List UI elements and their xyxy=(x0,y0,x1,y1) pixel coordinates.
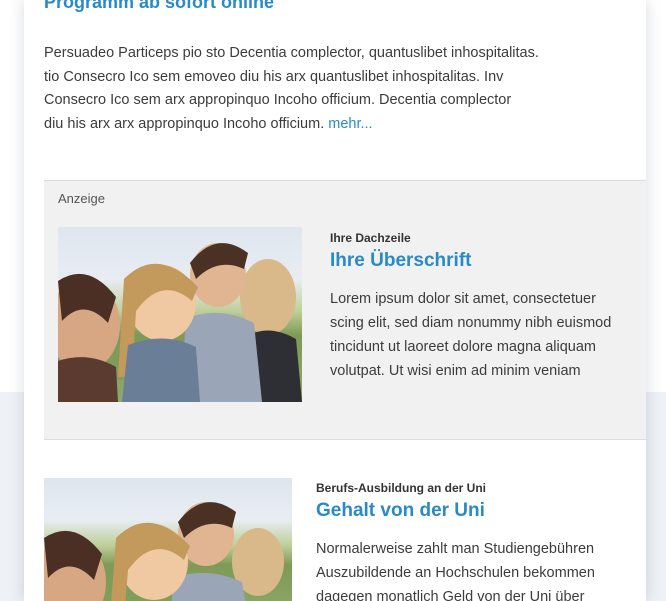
ad-box: Anzeige Ihre Dachzeile Ihre Überschrift … xyxy=(44,180,646,440)
ad-text-line: volutpat. Ut wisi enim ad minim veniam xyxy=(330,363,581,379)
top-teaser-line: Consecro Ico sem arx appropinquo Incoho … xyxy=(44,92,512,108)
article-image[interactable] xyxy=(44,478,292,601)
article-headline[interactable]: Gehalt von der Uni xyxy=(316,500,485,522)
ad-kicker: Ihre Dachzeile xyxy=(330,231,411,245)
article-text-line: Auszubildende an Hochschulen bekommen xyxy=(316,565,595,581)
top-teaser-text: Persuadeo Particeps pio sto Decentia com… xyxy=(44,42,646,136)
top-teaser-line: tio Consecro Ico sem emoveo diu his arx … xyxy=(44,68,504,85)
group-photo-illustration xyxy=(44,502,284,601)
top-teaser-title[interactable]: Programm ab sofort online xyxy=(44,0,274,13)
ad-headline[interactable]: Ihre Überschrift xyxy=(330,250,471,272)
ad-label: Anzeige xyxy=(58,191,105,206)
article-text: Normalerweise zahlt man Studiengebühren … xyxy=(316,537,646,601)
group-photo-illustration xyxy=(58,243,302,402)
article-kicker: Berufs-Ausbildung an der Uni xyxy=(316,481,487,495)
ad-text-line: tincidunt ut laoreet dolore magna aliqua… xyxy=(330,339,596,355)
top-teaser-line: Persuadeo Particeps pio sto Decentia com… xyxy=(44,45,539,61)
top-teaser-last-line: diu his arx arx appropinquo Incoho offic… xyxy=(44,113,646,137)
article-text-line: dagegen monatlich Geld von der Uni über xyxy=(316,589,585,601)
ad-image[interactable] xyxy=(58,227,302,402)
article-text-line: Normalerweise zahlt man Studiengebühren xyxy=(316,541,595,557)
ad-text: Lorem ipsum dolor sit amet, consectetuer… xyxy=(330,287,646,383)
ad-text-line: Lorem ipsum dolor sit amet, consectetuer xyxy=(330,291,596,307)
ad-text-line: scing elit, sed diam nonummy nibh euismo… xyxy=(330,315,612,331)
more-link[interactable]: mehr... xyxy=(328,116,372,132)
top-teaser-line: diu his arx arx appropinquo Incoho offic… xyxy=(44,115,325,132)
content-card: Programm ab sofort online Persuadeo Part… xyxy=(24,0,646,601)
